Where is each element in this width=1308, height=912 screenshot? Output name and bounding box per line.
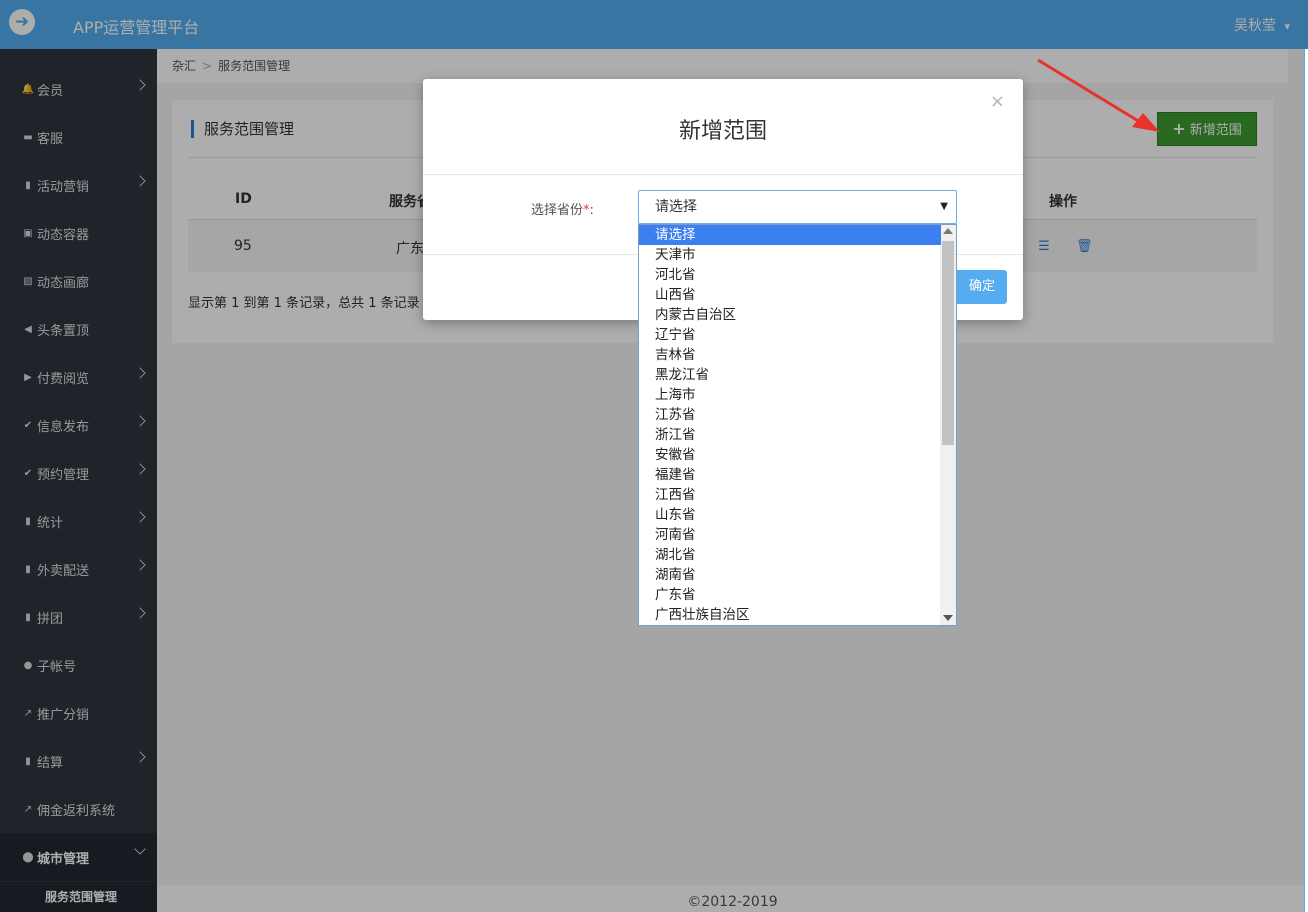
dropdown-option[interactable]: 黑龙江省: [639, 365, 941, 385]
dropdown-option[interactable]: 河南省: [639, 525, 941, 545]
province-select[interactable]: 请选择 ▼: [638, 190, 957, 224]
dropdown-option[interactable]: 山西省: [639, 285, 941, 305]
dropdown-option[interactable]: 湖南省: [639, 565, 941, 585]
dropdown-option[interactable]: 湖北省: [639, 545, 941, 565]
province-label-text: 选择省份: [531, 203, 584, 218]
modal-title: 新增范围: [678, 119, 767, 144]
scrollbar-thumb[interactable]: [942, 241, 954, 445]
dropdown-option[interactable]: 山东省: [639, 505, 941, 525]
dropdown-scrollbar[interactable]: [940, 225, 956, 625]
province-select-value: 请选择: [655, 199, 697, 215]
province-dropdown-list[interactable]: 请选择 天津市 河北省 山西省 内蒙古自治区 辽宁省 吉林省 黑龙江省 上海市 江苏省 浙江省 安徽省…: [638, 224, 957, 626]
dropdown-option[interactable]: 河北省: [639, 265, 941, 285]
dropdown-option[interactable]: 福建省: [639, 465, 941, 485]
dropdown-option[interactable]: 广东省: [639, 585, 941, 605]
modal-header-divider: [423, 174, 1023, 175]
confirm-button[interactable]: 确定: [954, 270, 1007, 304]
dropdown-option[interactable]: 江西省: [639, 485, 941, 505]
dropdown-option[interactable]: 广西壮族自治区: [639, 605, 941, 625]
select-caret-icon: ▼: [940, 201, 948, 212]
dropdown-option[interactable]: 上海市: [639, 385, 941, 405]
dropdown-option[interactable]: 内蒙古自治区: [639, 305, 941, 325]
label-colon: :: [589, 203, 594, 218]
dropdown-option[interactable]: 天津市: [639, 245, 941, 265]
scroll-up-arrow-icon[interactable]: [943, 228, 953, 234]
dropdown-option[interactable]: 辽宁省: [639, 325, 941, 345]
close-icon[interactable]: ×: [990, 91, 1005, 112]
dropdown-option[interactable]: 请选择: [639, 225, 941, 245]
dropdown-option[interactable]: 吉林省: [639, 345, 941, 365]
scroll-down-arrow-icon[interactable]: [943, 615, 953, 621]
province-field-label: 选择省份*:: [531, 199, 594, 218]
dropdown-option[interactable]: 安徽省: [639, 445, 941, 465]
dropdown-option[interactable]: 浙江省: [639, 425, 941, 445]
dropdown-option[interactable]: 江苏省: [639, 405, 941, 425]
